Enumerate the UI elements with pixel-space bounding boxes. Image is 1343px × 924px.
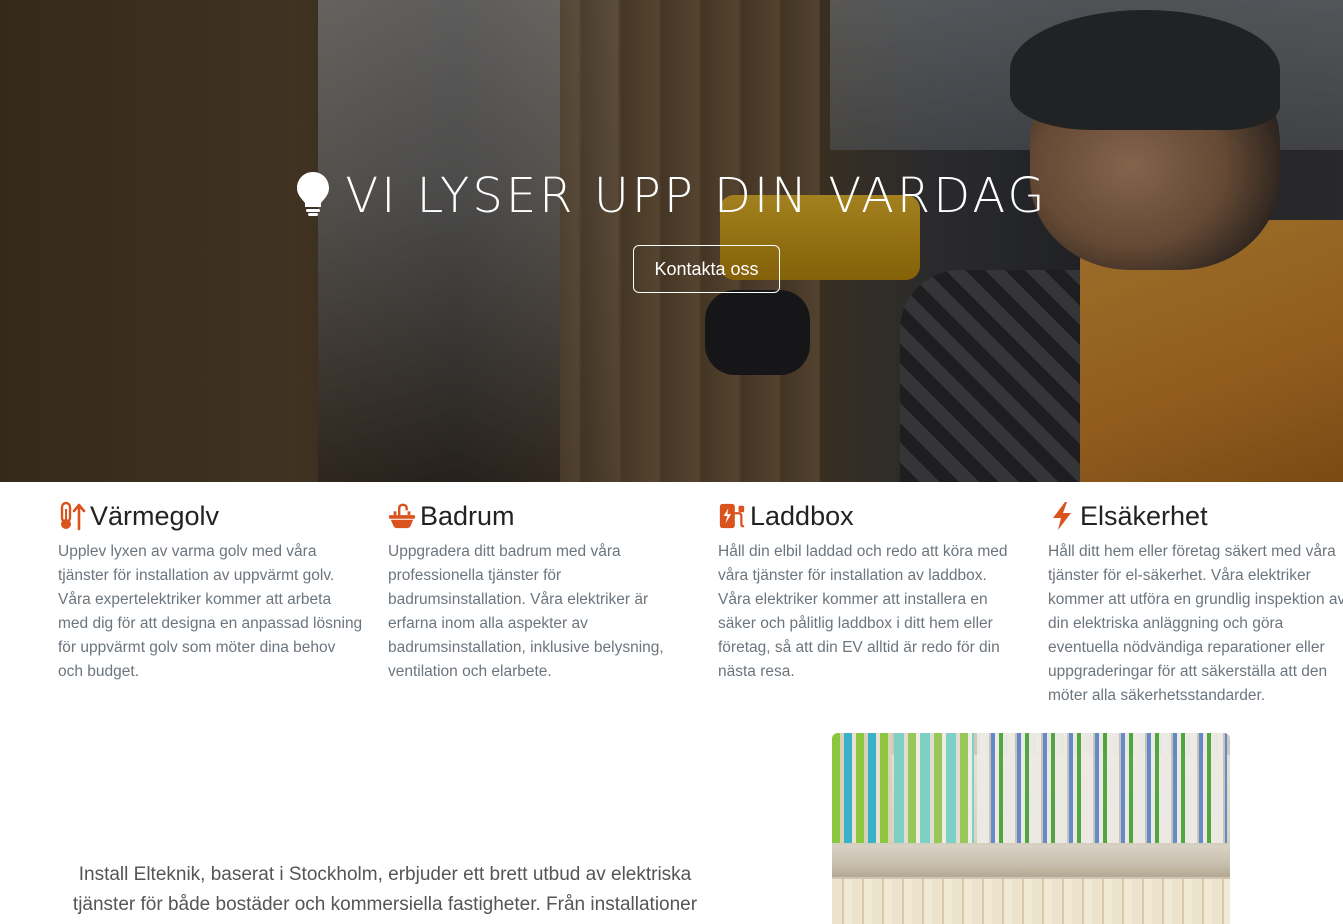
service-elsakerhet: Elsäkerhet Håll ditt hem eller företag s… [1048,498,1343,708]
service-description: Upplev lyxen av varma golv med våra tjän… [58,543,363,680]
about-text: Install Elteknik, baserat i Stockholm, e… [72,864,698,915]
service-laddbox: Laddbox Håll din elbil laddad och redo a… [718,498,1023,684]
sink-faucet-icon [388,500,416,532]
service-heading: Badrum [388,498,693,534]
lightbulb-icon [295,170,331,230]
electrical-panel-image [832,733,1230,924]
panel-cable-duct [832,845,1230,877]
hero-title-text: VI LYSER UPP DIN VARDAG [345,168,1048,224]
contact-button[interactable]: Kontakta oss [633,245,780,293]
thermometer-arrow-up-icon [58,500,86,532]
ev-charger-icon [718,500,746,532]
service-varmegolv: Värmegolv Upplev lyxen av varma golv med… [58,498,363,684]
panel-terminal-block [832,733,892,843]
lightning-bolt-icon [1048,500,1076,532]
hero-overlay [0,0,1343,482]
service-title: Värmegolv [90,500,220,531]
panel-terminal-block [894,733,974,843]
service-badrum: Badrum Uppgradera ditt badrum med våra p… [388,498,693,684]
service-title: Badrum [420,500,515,531]
hero-banner: VI LYSER UPP DIN VARDAG Kontakta oss [0,0,1343,482]
service-heading: Elsäkerhet [1048,498,1343,534]
service-description: Uppgradera ditt badrum med våra professi… [388,543,664,680]
service-title: Laddbox [750,500,854,531]
panel-breaker-row [977,733,1227,843]
panel-lower-row [832,879,1230,924]
service-title: Elsäkerhet [1080,500,1208,531]
service-description: Håll ditt hem eller företag säkert med v… [1048,543,1343,704]
hero-title: VI LYSER UPP DIN VARDAG [0,168,1343,230]
services-section: Värmegolv Upplev lyxen av varma golv med… [0,482,1343,722]
service-description: Håll din elbil laddad och redo att köra … [718,543,1008,680]
service-heading: Laddbox [718,498,1023,534]
service-heading: Värmegolv [58,498,363,534]
